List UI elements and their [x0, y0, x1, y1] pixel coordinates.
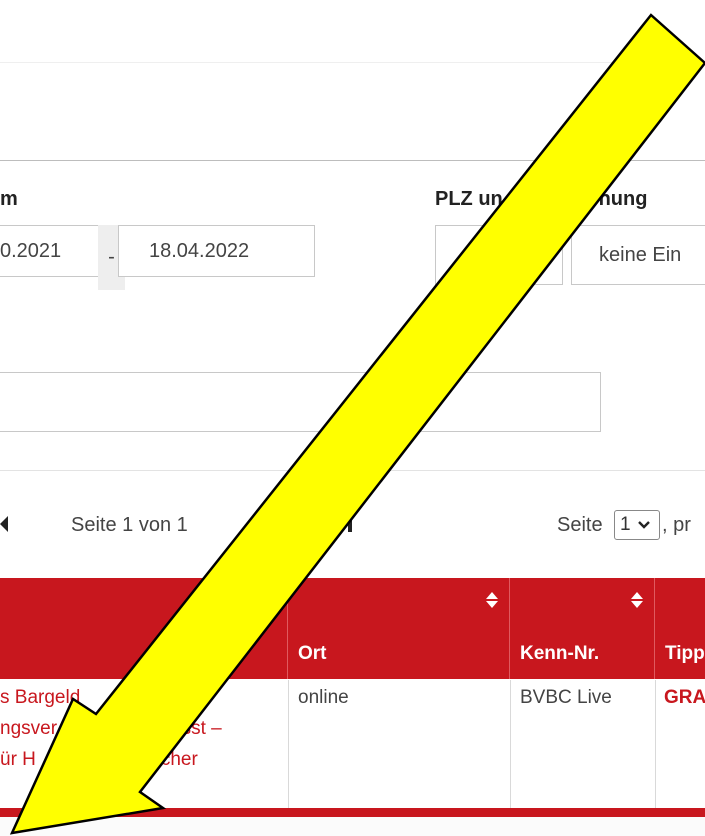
arrow-annotation	[9, 13, 705, 835]
